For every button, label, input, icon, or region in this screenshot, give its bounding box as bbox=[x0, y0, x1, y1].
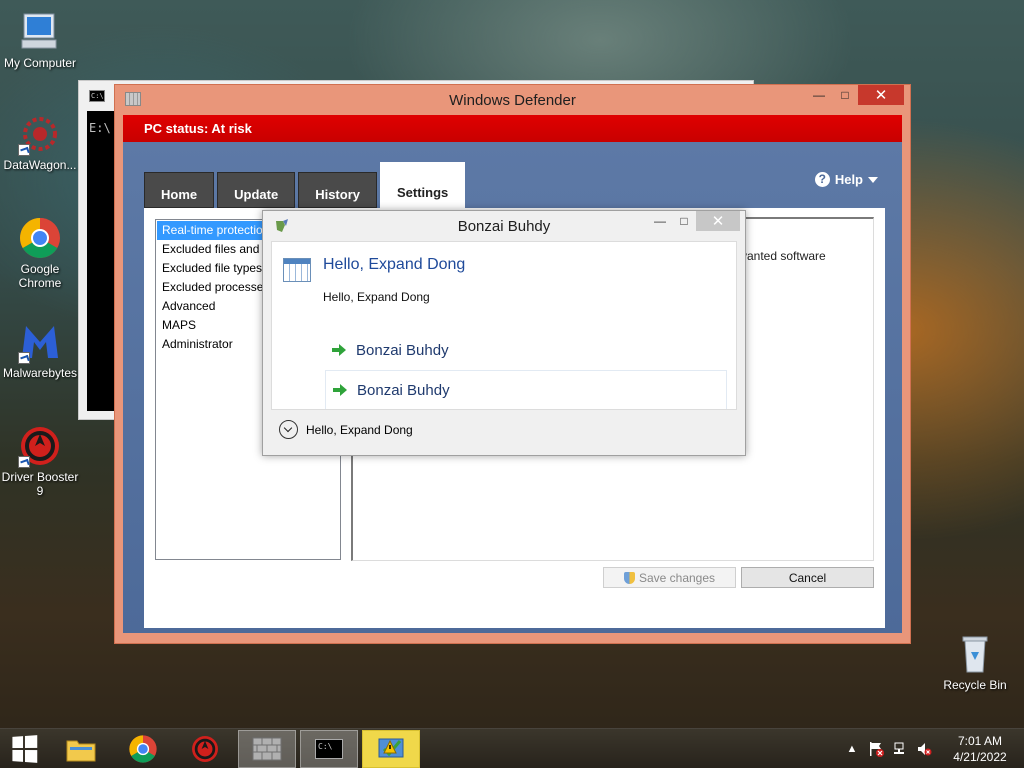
cmd-icon: C:\ bbox=[89, 90, 105, 102]
show-hidden-icons-button[interactable]: ▲ bbox=[842, 739, 862, 759]
pc-status-banner: PC status: At risk bbox=[123, 115, 902, 142]
volume-muted-icon[interactable] bbox=[914, 739, 934, 759]
defender-titlebar[interactable]: Windows Defender — □ ✕ bbox=[115, 85, 910, 115]
taskbar-driver-booster[interactable] bbox=[176, 730, 234, 768]
desktop-icon-label: Google Chrome bbox=[18, 262, 62, 290]
taskbar: C:\ ▲ 7:01 AM 4/21/2022 bbox=[0, 728, 1024, 768]
help-menu[interactable]: ? Help bbox=[814, 172, 878, 187]
tab-update[interactable]: Update bbox=[217, 172, 296, 208]
bonzai-buhdy-dialog[interactable]: Bonzai Buhdy — □ ✕ Hello, Expand Dong He… bbox=[262, 210, 746, 456]
desktop-icon-label: Malwarebytes bbox=[2, 366, 78, 380]
tab-home[interactable]: Home bbox=[144, 172, 215, 208]
command-link-label: Bonzai Buhdy bbox=[357, 381, 450, 399]
green-arrow-icon bbox=[333, 383, 347, 397]
taskbar-bonzai-buhdy[interactable] bbox=[362, 730, 420, 768]
command-link-2[interactable]: Bonzai Buhdy bbox=[325, 370, 727, 410]
window-app-icon bbox=[283, 258, 311, 282]
clock-date: 4/21/2022 bbox=[953, 750, 1007, 764]
minimize-button[interactable]: — bbox=[648, 211, 672, 231]
datawagon-icon bbox=[18, 112, 62, 156]
system-clock[interactable]: 7:01 AM 4/21/2022 bbox=[936, 733, 1024, 765]
maximize-button[interactable]: □ bbox=[832, 85, 858, 105]
desktop-icon-label: DataWagon... bbox=[3, 158, 77, 172]
desktop-icon-label: Driver Booster 9 bbox=[1, 470, 79, 498]
desktop-icon-driver-booster[interactable]: Driver Booster 9 bbox=[0, 424, 80, 498]
taskbar-command-prompt[interactable]: C:\ bbox=[300, 730, 358, 768]
desktop-icon-datawagon[interactable]: DataWagon... bbox=[0, 112, 80, 172]
action-center-flag-icon[interactable] bbox=[866, 739, 886, 759]
chrome-icon bbox=[18, 216, 62, 260]
shortcut-arrow-icon bbox=[18, 352, 30, 364]
defender-tabs: Home Update History Settings bbox=[144, 162, 466, 208]
defender-caption-buttons: — □ ✕ bbox=[806, 85, 904, 105]
shortcut-arrow-icon bbox=[18, 144, 30, 156]
taskbar-google-chrome[interactable] bbox=[114, 730, 172, 768]
desktop-icon-malwarebytes[interactable]: Malwarebytes bbox=[0, 320, 80, 380]
action-center-flag-icon bbox=[378, 738, 404, 758]
help-label: Help bbox=[834, 172, 863, 187]
save-changes-label: Save changes bbox=[638, 570, 716, 585]
dialog-caption-buttons: — □ ✕ bbox=[648, 211, 740, 231]
chrome-icon bbox=[129, 735, 157, 763]
recycle-bin-icon bbox=[953, 632, 997, 676]
taskbar-windows-defender[interactable] bbox=[238, 730, 296, 768]
cancel-button[interactable]: Cancel bbox=[741, 567, 874, 588]
network-icon[interactable] bbox=[890, 739, 910, 759]
shortcut-arrow-icon bbox=[18, 456, 30, 468]
command-link-label: Bonzai Buhdy bbox=[356, 341, 449, 359]
minimize-button[interactable]: — bbox=[806, 85, 832, 105]
expand-details-label: Hello, Expand Dong bbox=[306, 422, 413, 437]
desktop-icon-google-chrome[interactable]: Google Chrome bbox=[0, 216, 80, 290]
defender-title: Windows Defender bbox=[449, 92, 576, 109]
defender-wall-icon bbox=[252, 737, 282, 761]
command-link-1[interactable]: Bonzai Buhdy bbox=[325, 330, 727, 370]
tab-history[interactable]: History bbox=[298, 172, 377, 208]
desktop-icon-label: My Computer bbox=[3, 56, 77, 70]
tab-settings[interactable]: Settings bbox=[379, 162, 466, 208]
desktop-icon-recycle-bin[interactable]: Recycle Bin bbox=[935, 632, 1015, 692]
green-arrow-icon bbox=[332, 343, 346, 357]
folder-icon bbox=[66, 740, 96, 762]
dialog-footer: Hello, Expand Dong bbox=[271, 409, 737, 449]
expand-details-button[interactable] bbox=[279, 420, 298, 439]
dialog-content: Hello, Expand Dong Hello, Expand Dong Bo… bbox=[271, 241, 737, 410]
help-icon: ? bbox=[814, 172, 830, 187]
cmd-icon: C:\ bbox=[315, 739, 343, 759]
dialog-main-instruction: Hello, Expand Dong bbox=[323, 256, 466, 273]
driver-booster-icon bbox=[18, 424, 62, 468]
clock-time: 7:01 AM bbox=[957, 734, 1003, 748]
detail-text: vanted software bbox=[741, 249, 826, 263]
desktop-icon-label: Recycle Bin bbox=[943, 678, 1007, 692]
chevron-down-icon bbox=[868, 176, 878, 183]
windows-logo-icon bbox=[12, 735, 38, 763]
start-button[interactable] bbox=[0, 730, 48, 768]
save-changes-button[interactable]: Save changes bbox=[603, 567, 736, 588]
close-button[interactable]: ✕ bbox=[696, 211, 740, 231]
close-button[interactable]: ✕ bbox=[858, 85, 904, 105]
taskbar-file-explorer[interactable] bbox=[52, 730, 110, 768]
dialog-content-text: Hello, Expand Dong bbox=[323, 290, 430, 304]
desktop-icon-my-computer[interactable]: My Computer bbox=[0, 10, 80, 70]
driver-booster-icon bbox=[192, 736, 218, 762]
cmd-prompt-text: E:\ bbox=[89, 121, 111, 135]
uac-shield-icon bbox=[623, 571, 635, 584]
system-tray: ▲ 7:01 AM 4/21/2022 bbox=[840, 729, 1024, 768]
maximize-button[interactable]: □ bbox=[672, 211, 696, 231]
malwarebytes-icon bbox=[18, 320, 62, 364]
computer-icon bbox=[18, 10, 62, 54]
